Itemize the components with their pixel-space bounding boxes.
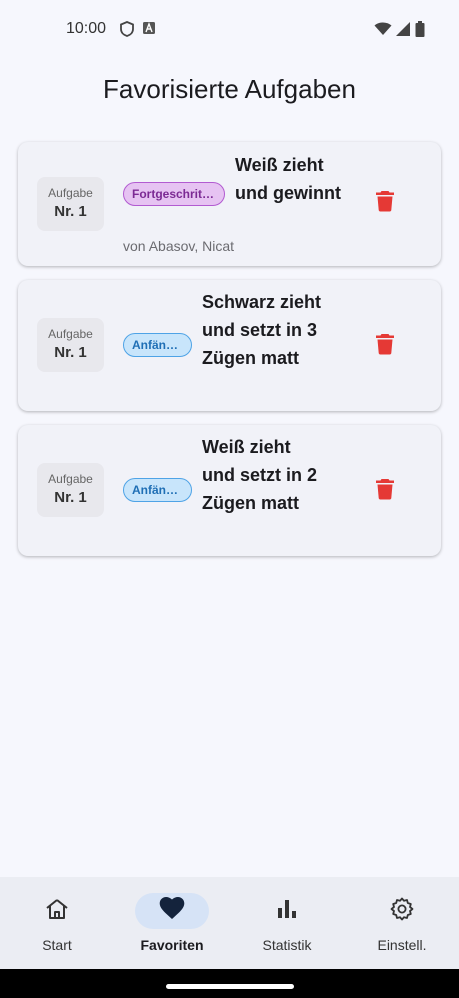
delete-button[interactable] [370, 188, 400, 218]
nav-item-statistik[interactable]: Statistik [237, 877, 337, 969]
home-icon [45, 898, 69, 925]
puzzle-number-box: Aufgabe Nr. 1 [37, 463, 104, 517]
puzzle-card[interactable]: Aufgabe Nr. 1 Anfänger Schwarz zieht und… [18, 280, 441, 411]
shield-icon [120, 21, 134, 42]
app-notification-icon [142, 21, 156, 42]
nav-label: Statistik [262, 937, 312, 953]
difficulty-badge: Anfänger [123, 333, 192, 357]
puzzle-number-value: Nr. 1 [54, 344, 87, 361]
puzzle-number-label: Aufgabe [48, 186, 93, 200]
puzzle-number-box: Aufgabe Nr. 1 [37, 177, 104, 231]
heart-icon [159, 897, 185, 925]
puzzle-number-label: Aufgabe [48, 472, 93, 486]
bottom-navigation: Start Favoriten Statistik Einstell. [0, 877, 459, 969]
puzzle-title: Weiß zieht und gewinnt [235, 155, 341, 203]
gesture-handle[interactable] [166, 984, 294, 989]
difficulty-badge: Anfänger [123, 478, 192, 502]
puzzle-card[interactable]: Aufgabe Nr. 1 Anfänger Weiß zieht und se… [18, 425, 441, 556]
trash-icon [375, 333, 395, 360]
trash-icon [375, 478, 395, 505]
nav-label: Einstell. [377, 937, 427, 953]
delete-button[interactable] [370, 331, 400, 361]
status-time: 10:00 [66, 20, 107, 37]
nav-item-einstellungen[interactable]: Einstell. [352, 877, 452, 969]
page-title: Favorisierte Aufgaben [103, 74, 356, 104]
puzzle-number-value: Nr. 1 [54, 203, 87, 220]
puzzle-number-box: Aufgabe Nr. 1 [37, 318, 104, 372]
battery-icon [415, 21, 425, 42]
signal-icon [396, 22, 411, 41]
puzzle-number-value: Nr. 1 [54, 489, 87, 506]
nav-label: Favoriten [140, 937, 204, 953]
puzzle-title: Weiß zieht und setzt in 2 Zügen matt [202, 437, 318, 513]
wifi-icon [374, 22, 392, 41]
gear-icon [390, 897, 414, 926]
bar-chart-icon [276, 898, 298, 925]
nav-item-start[interactable]: Start [7, 877, 107, 969]
puzzle-title: Schwarz zieht und setzt in 3 Zügen matt [202, 292, 322, 368]
gesture-bar-area [0, 969, 459, 998]
status-bar: 10:00 [0, 0, 459, 60]
puzzle-author: von Abasov, Nicat [123, 238, 235, 254]
puzzle-card[interactable]: Aufgabe Nr. 1 Fortgeschritt… Weiß zieht … [18, 142, 441, 266]
puzzle-number-label: Aufgabe [48, 327, 93, 341]
nav-label: Start [42, 937, 72, 953]
delete-button[interactable] [370, 476, 400, 506]
nav-item-favoriten[interactable]: Favoriten [122, 877, 222, 969]
trash-icon [375, 190, 395, 217]
difficulty-badge: Fortgeschritt… [123, 182, 225, 206]
